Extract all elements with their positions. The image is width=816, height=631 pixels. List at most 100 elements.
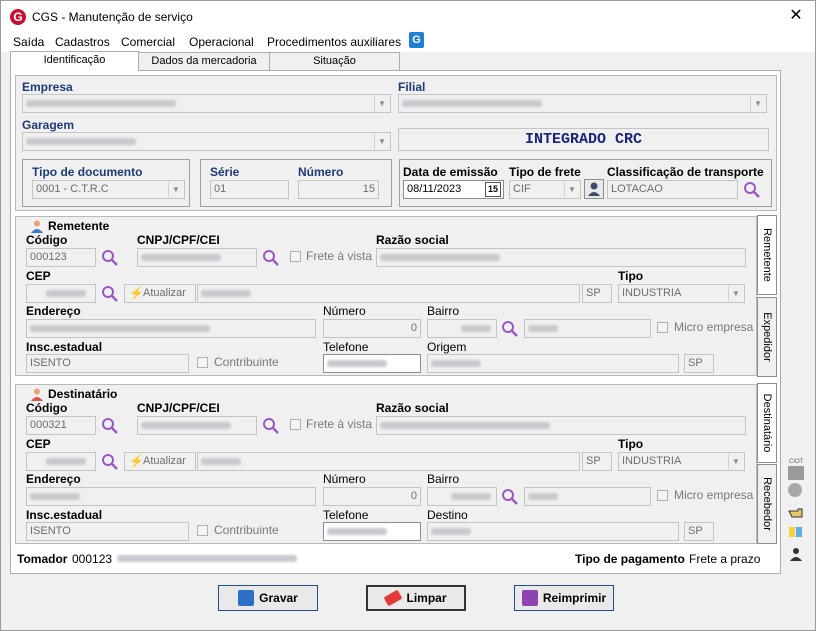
dest-cnpj-label: CNPJ/CPF/CEI xyxy=(137,401,220,415)
dest-codigo-label: Código xyxy=(26,401,68,415)
dest-codigo-search-icon[interactable] xyxy=(101,417,119,435)
rem-insc-field[interactable]: ISENTO xyxy=(26,354,189,373)
ciot-icon[interactable] xyxy=(788,466,804,480)
tab-identificacao[interactable]: Identificação xyxy=(10,51,139,71)
dest-endereco-field[interactable] xyxy=(26,487,316,506)
rem-endereco-field[interactable] xyxy=(26,319,316,338)
menu-saida[interactable]: Saída xyxy=(13,35,44,49)
identificacao-panel: Empresa ▼ Filial ▼ Garagem ▼ INTEGRADO C… xyxy=(10,70,781,574)
menu-cadastros[interactable]: Cadastros xyxy=(55,35,110,49)
dest-cep-field[interactable] xyxy=(26,452,96,471)
dest-cidade-field[interactable] xyxy=(197,452,580,471)
rem-cnpj-field[interactable] xyxy=(137,248,257,267)
rem-cidade-field[interactable] xyxy=(197,284,580,303)
rem-tipo-select[interactable]: INDUSTRIA ▼ xyxy=(618,284,745,303)
close-button[interactable]: ✕ xyxy=(784,4,808,28)
reimprimir-button[interactable]: Reimprimir xyxy=(514,585,614,611)
rem-cnpj-search-icon[interactable] xyxy=(262,249,280,267)
dest-telefone-field[interactable] xyxy=(323,522,421,541)
search-icon[interactable] xyxy=(743,181,761,199)
rem-cep-field[interactable] xyxy=(26,284,96,303)
dest-cep-label: CEP xyxy=(26,437,51,451)
dest-uf-field[interactable]: SP xyxy=(582,452,612,471)
rem-cep-search-icon[interactable] xyxy=(101,285,119,303)
print-user-icon[interactable] xyxy=(788,547,804,561)
menu-comercial[interactable]: Comercial xyxy=(121,35,175,49)
rem-telefone-label: Telefone xyxy=(323,340,369,354)
serie-field[interactable]: 01 xyxy=(210,180,289,199)
limpar-button[interactable]: Limpar xyxy=(366,585,466,611)
rem-contribuinte-checkbox[interactable] xyxy=(197,357,208,368)
dest-frete-vista-checkbox[interactable] xyxy=(290,419,301,430)
person-red-icon xyxy=(31,388,43,401)
tomador-value: 000123 xyxy=(72,552,113,566)
rem-codigo-search-icon[interactable] xyxy=(101,249,119,267)
garagem-select[interactable]: ▼ xyxy=(22,132,391,151)
emissao-group: Data de emissão 08/11/2023 15 Tipo de fr… xyxy=(399,159,772,207)
dest-bairro-code-field[interactable] xyxy=(427,487,497,506)
menu-operacional[interactable]: Operacional xyxy=(189,35,254,49)
brand-logo-icon[interactable]: G xyxy=(409,32,424,48)
menu-procedimentos[interactable]: Procedimentos auxiliares xyxy=(267,35,401,49)
rem-frete-vista-checkbox[interactable] xyxy=(290,251,301,262)
dest-micro-label: Micro empresa xyxy=(674,488,754,502)
vtab-destinatario[interactable]: Destinatário xyxy=(757,383,777,463)
numero-doc-field[interactable]: 15 xyxy=(298,180,379,199)
remetente-title: Remetente xyxy=(48,219,110,233)
rem-telefone-field[interactable] xyxy=(323,354,421,373)
dest-endereco-label: Endereço xyxy=(26,472,81,486)
rem-numero-field[interactable]: 0 xyxy=(323,319,421,338)
dest-destino-field[interactable] xyxy=(427,522,679,541)
users-icon[interactable] xyxy=(788,525,804,539)
rem-codigo-label: Código xyxy=(26,233,68,247)
dest-contribuinte-checkbox[interactable] xyxy=(197,525,208,536)
rem-codigo-field[interactable]: 000123 xyxy=(26,248,96,267)
header-panel: Empresa ▼ Filial ▼ Garagem ▼ INTEGRADO C… xyxy=(15,75,777,211)
serie-label: Série xyxy=(210,165,240,179)
save-icon xyxy=(238,590,255,606)
hand-pointer-icon[interactable] xyxy=(788,505,804,519)
rem-origem-label: Origem xyxy=(427,340,467,354)
calendar-icon[interactable]: 15 xyxy=(485,182,501,197)
empresa-select[interactable]: ▼ xyxy=(22,94,391,113)
rem-razao-label: Razão social xyxy=(376,233,449,247)
tomador-label: Tomador xyxy=(17,552,68,566)
data-emissao-label: Data de emissão xyxy=(403,165,498,179)
dest-razao-field[interactable] xyxy=(376,416,746,435)
dest-numero-field[interactable]: 0 xyxy=(323,487,421,506)
dest-destino-uf-field[interactable]: SP xyxy=(684,522,714,541)
person-search-icon[interactable] xyxy=(584,179,604,199)
tab-situacao[interactable]: Situação xyxy=(269,52,400,71)
classificacao-label: Classificação de transporte xyxy=(607,165,764,179)
rem-bairro-search-icon[interactable] xyxy=(501,320,519,338)
rem-razao-field[interactable] xyxy=(376,248,746,267)
dest-cnpj-field[interactable] xyxy=(137,416,257,435)
rem-bairro-code-field[interactable] xyxy=(427,319,497,338)
dest-cep-search-icon[interactable] xyxy=(101,453,119,471)
tipo-frete-select[interactable]: CIF ▼ xyxy=(509,180,581,199)
tipo-documento-select[interactable]: 0001 - C.T.R.C ▼ xyxy=(32,180,185,199)
classificacao-field[interactable]: LOTACAO xyxy=(607,180,738,199)
dest-micro-checkbox[interactable] xyxy=(657,490,668,501)
dest-insc-field[interactable]: ISENTO xyxy=(26,522,189,541)
rem-origem-uf-field[interactable]: SP xyxy=(684,354,714,373)
gray-circle-icon[interactable] xyxy=(788,483,802,497)
dest-insc-label: Insc.estadual xyxy=(26,508,103,522)
gravar-button[interactable]: Gravar xyxy=(218,585,318,611)
dest-cnpj-search-icon[interactable] xyxy=(262,417,280,435)
dest-codigo-field[interactable]: 000321 xyxy=(26,416,96,435)
dest-bairro-search-icon[interactable] xyxy=(501,488,519,506)
rem-origem-field[interactable] xyxy=(427,354,679,373)
vtab-recebedor[interactable]: Recebedor xyxy=(757,464,777,544)
dest-bairro-field[interactable] xyxy=(524,487,651,506)
vtab-remetente[interactable]: Remetente xyxy=(757,215,777,295)
tomador-name-redacted xyxy=(117,555,297,562)
rem-bairro-field[interactable] xyxy=(524,319,651,338)
dest-numero-label: Número xyxy=(323,472,366,486)
dest-tipo-select[interactable]: INDUSTRIA ▼ xyxy=(618,452,745,471)
vtab-expedidor[interactable]: Expedidor xyxy=(757,297,777,377)
filial-select[interactable]: ▼ xyxy=(398,94,767,113)
rem-micro-checkbox[interactable] xyxy=(657,322,668,333)
rem-uf-field[interactable]: SP xyxy=(582,284,612,303)
tab-dados-mercadoria[interactable]: Dados da mercadoria xyxy=(138,52,270,71)
